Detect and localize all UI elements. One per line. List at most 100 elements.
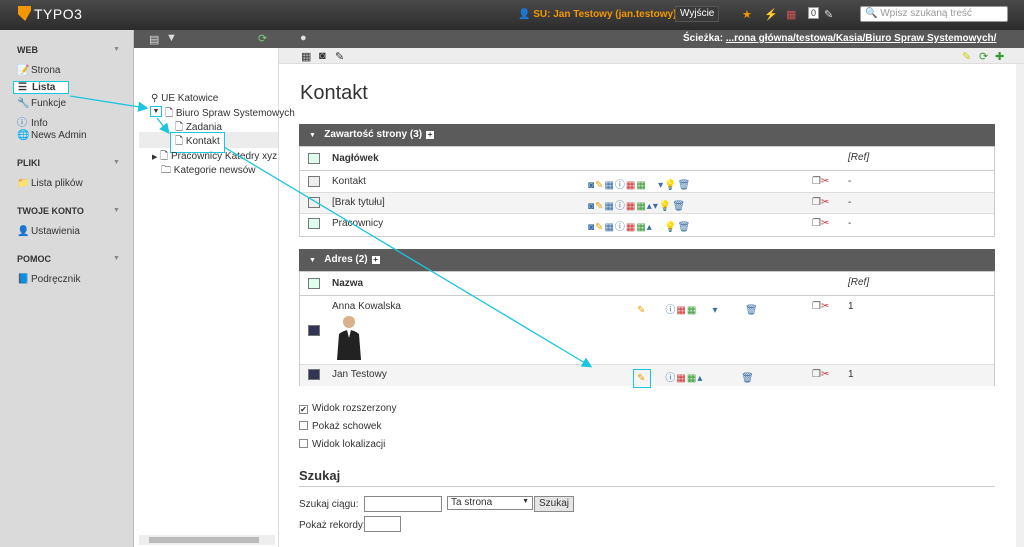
collapse-icon[interactable]: ▼ <box>113 255 120 262</box>
collapse-icon[interactable]: ▼ <box>113 207 120 214</box>
content-scrollbar[interactable] <box>1016 64 1024 547</box>
user-settings-icon: 👤 <box>17 226 30 237</box>
checkbox-show-clipboard[interactable]: Pokaż schowek <box>299 421 381 432</box>
view-icon: ◙ <box>588 222 596 233</box>
hide-icon: 💡 <box>664 222 678 233</box>
add-icon[interactable]: + <box>371 256 380 264</box>
new-record-icon[interactable]: ▦ <box>301 50 311 63</box>
section-header-address[interactable]: ▼ Adres (2) + <box>299 249 995 271</box>
scroll-thumb[interactable] <box>149 537 259 543</box>
typo3-logo[interactable]: TYPO3 <box>18 6 82 22</box>
new-page-icon[interactable]: ▤ <box>149 33 159 46</box>
edit-note-icon[interactable]: ✎ <box>824 8 833 21</box>
menu-section-pliki[interactable]: PLIKI ▼ <box>17 158 120 168</box>
address-record-icon <box>308 325 320 336</box>
row-actions[interactable]: ◙✎▦ⓘ▦▦▴▾💡🗑 <box>588 197 686 212</box>
search-button[interactable]: Szukaj <box>534 496 575 512</box>
bookmark-star-icon[interactable]: ★ <box>742 8 752 21</box>
tree-scrollbar[interactable] <box>139 535 275 545</box>
page-icon: 🗋 <box>160 151 169 162</box>
checkbox-localization-view[interactable]: Widok lokalizacji <box>299 439 385 450</box>
search-scope-select[interactable]: Ta strona ▼ <box>447 496 533 510</box>
table-row[interactable]: Anna Kowalska ✎ ⓘ▦▦ ▾ 🗑 ❐✂ 1 <box>300 297 994 365</box>
menu-item-ustawienia[interactable]: 👤 Ustawienia <box>17 226 127 237</box>
logout-button[interactable]: Wyjście <box>675 6 720 22</box>
show-records-input[interactable] <box>364 516 401 532</box>
row-clipboard-actions[interactable]: ❐✂ <box>812 197 829 208</box>
menu-item-news-admin[interactable]: 🌐 News Admin <box>17 130 127 141</box>
history-icon: ▦ <box>625 222 637 233</box>
flash-icon[interactable]: ⚡ <box>764 8 778 21</box>
filter-icon[interactable]: ▼ <box>166 32 177 44</box>
move-down-icon: ▾ <box>712 305 719 316</box>
table-row[interactable]: Jan Testowy ✎ ⓘ▦▦▴ 🗑 ❐✂ 1 <box>300 365 994 388</box>
delete-icon: 🗑 <box>677 222 692 233</box>
manual-icon: 📘 <box>17 274 30 285</box>
page-title: Kontakt <box>300 82 368 104</box>
row-actions[interactable]: ✎ ⓘ▦▦ ▾ 🗑 <box>588 301 759 316</box>
checkbox-extended-view[interactable]: ✔ Widok rozszerzony <box>299 403 396 414</box>
info-icon: ⓘ <box>614 201 626 212</box>
table-row[interactable]: Kontakt ◙✎▦ⓘ▦▦ ▾💡🗑 ❐✂ - <box>300 172 994 193</box>
new-record-icon[interactable] <box>308 278 320 289</box>
breadcrumb[interactable]: Ścieżka: ...rona główna/testowa/Kasia/Bi… <box>683 33 996 44</box>
row-actions[interactable]: ✎ ⓘ▦▦▴ 🗑 <box>588 369 755 388</box>
menu-section-web[interactable]: WEB ▼ <box>17 45 120 55</box>
search-input[interactable]: 🔍 Wpisz szukaną treść <box>860 6 1008 22</box>
table-row[interactable]: Pracownicy ◙✎▦ⓘ▦▦▴ 💡🗑 ❐✂ - <box>300 214 994 235</box>
delete-icon: 🗑 <box>741 373 755 384</box>
menu-item-podrecznik[interactable]: 📘 Podręcznik <box>17 274 127 285</box>
menu-item-lista-plikow[interactable]: 📁 Lista plików <box>17 178 127 189</box>
help-icon[interactable]: ● <box>300 32 307 44</box>
new-icon: ▦ <box>636 201 647 212</box>
wand-icon: 🔧 <box>17 98 30 109</box>
menu-item-lista[interactable]: ☰ Lista <box>13 81 69 94</box>
collapse-icon[interactable]: ▼ <box>309 132 316 139</box>
history-icon: ▦ <box>625 180 637 191</box>
refresh-icon[interactable]: ⟳ <box>258 32 267 45</box>
search-string-input[interactable] <box>364 496 442 512</box>
expand-toggle-icon[interactable]: ▼ <box>150 106 162 117</box>
history-icon: ▦ <box>625 201 637 212</box>
row-clipboard-actions[interactable]: ❐✂ <box>812 369 829 380</box>
menu-item-info[interactable]: ⓘ Info <box>17 114 127 129</box>
collapse-icon[interactable]: ▼ <box>113 46 120 53</box>
expand-arrow-icon[interactable]: ▶ <box>152 154 157 161</box>
cut-icon: ✂ <box>820 369 830 380</box>
list-icon: ☰ <box>18 82 27 93</box>
collapse-icon[interactable]: ▼ <box>309 257 316 264</box>
checkbox-unchecked[interactable] <box>299 439 308 448</box>
menu-item-funkcje[interactable]: 🔧 Funkcje <box>17 98 127 109</box>
table-row[interactable]: [Brak tytułu] ◙✎▦ⓘ▦▦▴▾💡🗑 ❐✂ - <box>300 193 994 214</box>
tree-node-kategorie[interactable]: 🗀 Kategorie newsów <box>161 163 256 180</box>
shortcut-icon[interactable]: ✚ <box>995 50 1004 63</box>
checkbox-unchecked[interactable] <box>299 421 308 430</box>
view-page-icon[interactable]: ◙ <box>319 50 326 62</box>
edit-page-icon[interactable]: ✎ <box>335 50 344 63</box>
clipboard-icon[interactable]: ✎ <box>962 50 971 63</box>
menu-section-pomoc[interactable]: POMOC ▼ <box>17 254 120 264</box>
row-actions[interactable]: ◙✎▦ⓘ▦▦▴ 💡🗑 <box>588 218 691 233</box>
switch-user-label[interactable]: 👤 SU: Jan Testowy (jan.testowy) <box>518 9 676 20</box>
add-icon[interactable]: + <box>426 131 435 139</box>
address-table: Nazwa [Ref] Anna Kowalska ✎ ⓘ▦▦ ▾ 🗑 ❐✂ 1… <box>299 271 995 388</box>
person-photo-thumbnail[interactable] <box>332 314 366 360</box>
address-record-icon <box>308 369 320 380</box>
checkbox-checked[interactable]: ✔ <box>299 405 308 414</box>
collapse-icon[interactable]: ▼ <box>113 159 120 166</box>
reload-icon[interactable]: ⟳ <box>979 50 988 63</box>
copy-icon: ❐ <box>812 197 821 208</box>
folder-icon: 📁 <box>17 178 30 189</box>
row-clipboard-actions[interactable]: ❐✂ <box>812 301 829 312</box>
row-clipboard-actions[interactable]: ❐✂ <box>812 176 829 187</box>
new-icon: ▦ <box>686 305 698 316</box>
new-record-icon[interactable] <box>308 153 320 164</box>
tree-root[interactable]: ⚲ UE Katowice <box>151 93 218 104</box>
workspace-icon[interactable]: ▦ <box>786 8 796 21</box>
section-header-content[interactable]: ▼ Zawartość strony (3) + <box>299 124 995 146</box>
row-actions[interactable]: ◙✎▦ⓘ▦▦ ▾💡🗑 <box>588 176 691 191</box>
menu-section-twoje-konto[interactable]: TWOJE KONTO ▼ <box>17 206 120 216</box>
notification-counter[interactable]: 0 <box>808 7 820 19</box>
menu-item-strona[interactable]: 📝 Strona <box>17 65 127 76</box>
row-clipboard-actions[interactable]: ❐✂ <box>812 218 829 229</box>
